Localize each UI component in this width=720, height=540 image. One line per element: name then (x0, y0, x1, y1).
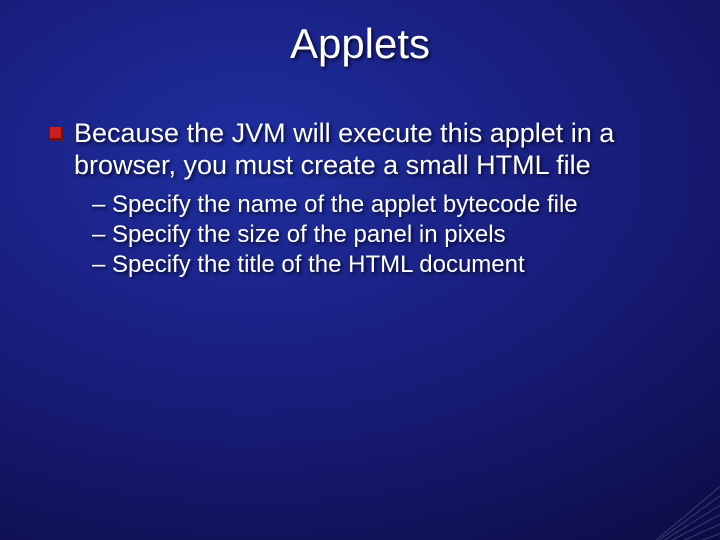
sub-bullet-item: – Specify the size of the panel in pixel… (92, 220, 680, 250)
sub-bullet-list: – Specify the name of the applet bytecod… (92, 190, 680, 280)
slide: Applets Because the JVM will execute thi… (0, 0, 720, 540)
corner-decoration (600, 450, 720, 540)
bullet-item: Because the JVM will execute this applet… (50, 118, 680, 182)
slide-body: Because the JVM will execute this applet… (50, 118, 680, 280)
slide-title: Applets (0, 20, 720, 68)
sub-bullet-item: – Specify the title of the HTML document (92, 250, 680, 280)
bullet-text: Because the JVM will execute this applet… (74, 118, 654, 182)
sub-bullet-item: – Specify the name of the applet bytecod… (92, 190, 680, 220)
square-bullet-icon (50, 127, 64, 141)
